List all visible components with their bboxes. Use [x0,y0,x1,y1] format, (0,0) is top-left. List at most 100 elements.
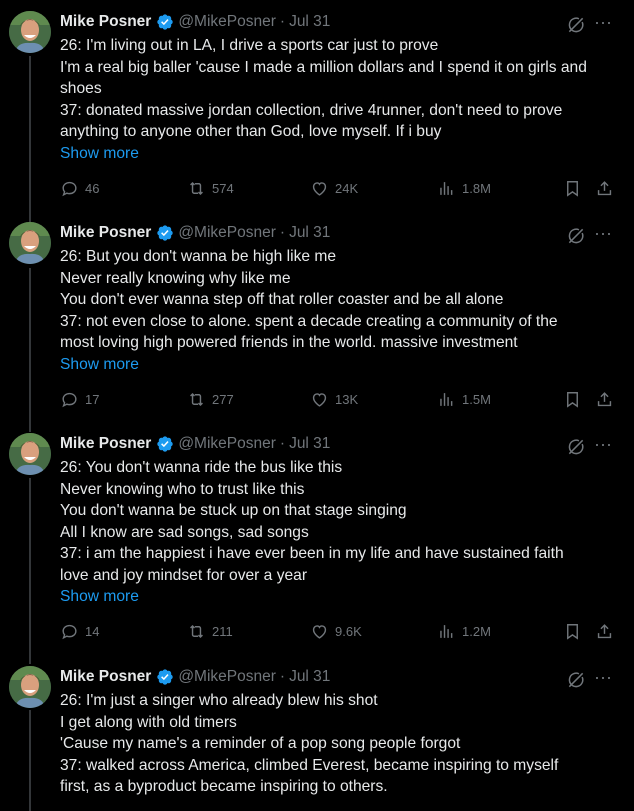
like-button[interactable]: 24K [310,177,358,199]
tweet-line: Never knowing who to trust like this [60,480,305,498]
avatar[interactable] [9,222,51,264]
tweet[interactable]: Mike Posner @MikePosner · Jul 31 ··· 26:… [0,11,634,211]
tweet-line: 37: i am the happiest i have ever been i… [60,545,564,562]
separator-dot: · [279,668,286,685]
grok-icon[interactable] [566,437,586,457]
repost-count: 574 [212,180,234,196]
author-name[interactable]: Mike Posner [60,224,151,242]
tweet-line: 37: walked across America, climbed Evere… [60,756,559,774]
share-button[interactable] [594,388,614,410]
tweet-line: 37: not even close to alone. spent a dec… [60,312,558,330]
views-icon [437,622,456,641]
share-icon [595,622,614,641]
verified-badge-icon[interactable] [156,224,174,242]
tweet-line: I get along with old timers [60,713,237,731]
views-icon [437,390,456,409]
more-icon[interactable]: ··· [594,435,616,456]
tweet-date[interactable]: Jul 31 [289,435,330,453]
author-handle[interactable]: @MikePosner [178,224,276,242]
author-handle[interactable]: @MikePosner [178,435,276,453]
repost-button[interactable]: 211 [187,620,233,642]
repost-button[interactable]: 277 [187,388,234,410]
bookmark-button[interactable] [562,620,582,642]
verified-badge-icon[interactable] [156,435,174,453]
tweet-date[interactable]: Jul 31 [289,13,330,31]
tweet-line: 'Cause my name's a reminder of a pop son… [60,735,461,752]
bookmark-icon [563,179,582,198]
show-more-link[interactable]: Show more [60,354,628,376]
view-count: 1.8M [462,180,491,196]
share-icon [595,179,614,198]
repost-button[interactable]: 574 [187,177,234,199]
tweet-text: 26: But you don't wanna be high like me … [60,246,628,375]
share-button[interactable] [594,177,614,199]
tweet-date[interactable]: Jul 31 [289,668,330,686]
tweet-line: Never really knowing why like me [60,269,291,287]
like-button[interactable]: 9.6K [310,620,362,642]
tweet-line: You don't ever wanna step off that rolle… [60,291,504,308]
views-button[interactable]: 1.8M [437,177,491,199]
reply-button[interactable]: 14 [60,620,99,642]
tweet-line: I'm a real big baller 'cause I made a mi… [60,58,587,76]
tweet[interactable]: Mike Posner @MikePosner · Jul 31 ··· 26:… [0,433,634,655]
reply-button[interactable]: 17 [60,388,99,410]
verified-badge-icon[interactable] [156,668,174,686]
reply-button[interactable]: 46 [60,177,99,199]
share-button[interactable] [594,620,614,642]
grok-icon[interactable] [566,226,586,246]
views-icon [437,179,456,198]
tweet-line: first, as a byproduct became inspiring t… [60,778,388,795]
grok-icon[interactable] [566,15,586,35]
tweet-text: 26: You don't wanna ride the bus like th… [60,457,628,608]
tweet-line: You don't wanna be stuck up on that stag… [60,502,407,519]
reply-count: 17 [85,391,100,407]
bookmark-button[interactable] [562,388,582,410]
tweet[interactable]: Mike Posner @MikePosner · Jul 31 ··· 26:… [0,666,634,811]
reply-count: 46 [85,180,100,196]
tweet-line: 26: You don't wanna ride the bus like th… [60,459,343,476]
share-icon [595,390,614,409]
like-button[interactable]: 13K [310,388,358,410]
reply-icon [60,179,79,198]
tweet-line: love and joy mindset for over a year [60,566,308,584]
verified-badge-icon[interactable] [156,13,174,31]
avatar[interactable] [9,11,51,53]
reply-icon [60,622,79,641]
repost-count: 277 [212,391,234,407]
like-count: 13K [335,391,359,407]
view-count: 1.2M [462,623,491,639]
repost-icon [187,179,206,198]
more-icon[interactable]: ··· [594,668,616,689]
tweet-header: Mike Posner @MikePosner · Jul 31 [60,434,330,454]
author-name[interactable]: Mike Posner [60,668,151,686]
grok-icon[interactable] [566,670,586,690]
tweet[interactable]: Mike Posner @MikePosner · Jul 31 ··· 26:… [0,222,634,422]
author-name[interactable]: Mike Posner [60,435,151,453]
separator-dot: · [279,224,286,241]
tweet-header: Mike Posner @MikePosner · Jul 31 [60,12,330,32]
author-handle[interactable]: @MikePosner [178,668,276,686]
show-more-link[interactable]: Show more [60,143,628,165]
tweet-date[interactable]: Jul 31 [289,224,330,242]
avatar[interactable] [9,666,51,708]
repost-icon [187,390,206,409]
action-bar: 46 574 24K 1.8M [60,177,630,199]
more-icon[interactable]: ··· [594,224,616,245]
views-button[interactable]: 1.5M [437,388,491,410]
views-button[interactable]: 1.2M [437,620,491,642]
action-bar: 14 211 9.6K 1.2M [60,620,630,642]
show-more-link[interactable]: Show more [60,586,628,608]
bookmark-icon [563,390,582,409]
author-name[interactable]: Mike Posner [60,13,151,31]
author-handle[interactable]: @MikePosner [178,13,276,31]
like-icon [310,179,329,198]
more-icon[interactable]: ··· [594,13,616,34]
bookmark-button[interactable] [562,177,582,199]
tweet-text: 26: I'm just a singer who already blew h… [60,690,628,798]
reply-icon [60,390,79,409]
tweet-line: anything to anyone other than God, love … [60,123,442,140]
tweet-text: 26: I'm living out in LA, I drive a spor… [60,35,628,164]
separator-dot: · [279,13,286,30]
separator-dot: · [279,435,286,452]
avatar[interactable] [9,433,51,475]
